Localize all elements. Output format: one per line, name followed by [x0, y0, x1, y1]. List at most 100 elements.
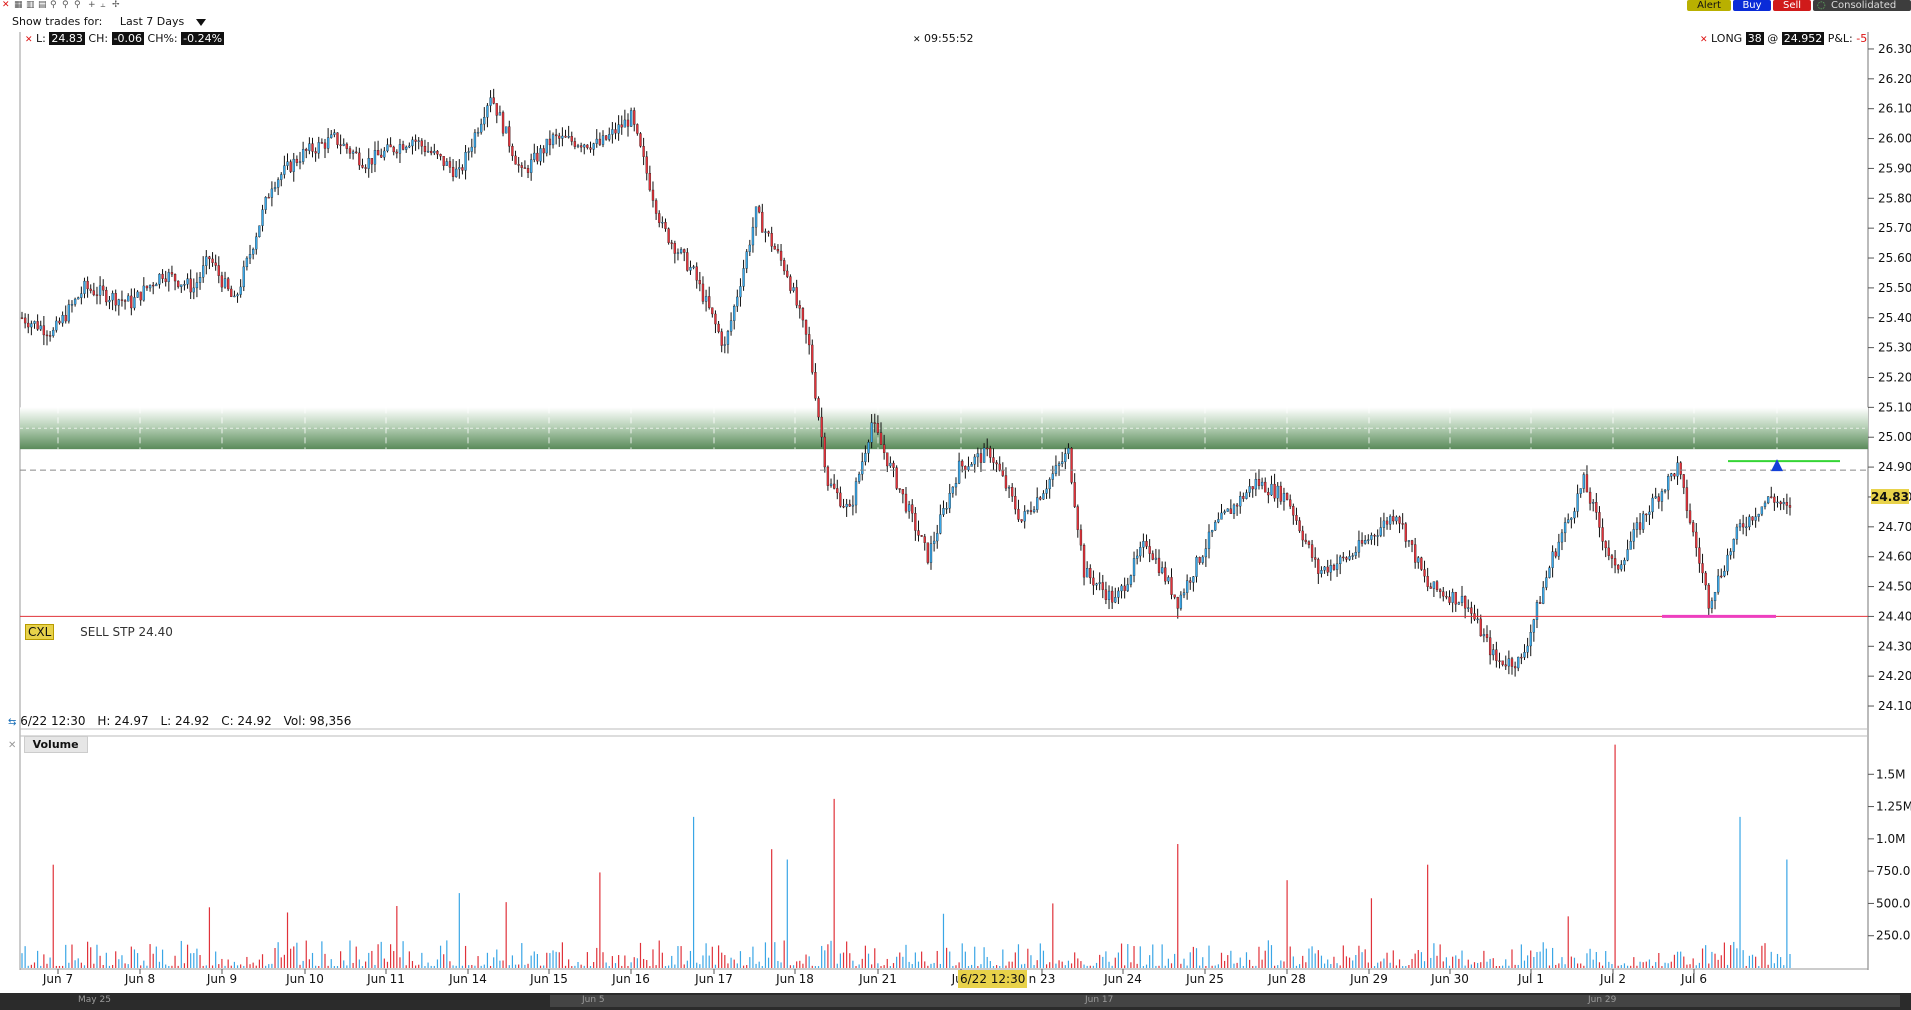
candle-body: [817, 398, 820, 418]
candle-body: [907, 504, 911, 512]
candle-body: [1429, 586, 1432, 589]
close-icon[interactable]: ✕: [8, 740, 16, 751]
position-price: 24.952: [1781, 32, 1825, 45]
candle-body: [548, 138, 552, 146]
candle-body: [64, 315, 67, 322]
candle-body: [1432, 581, 1436, 589]
candle-body: [517, 164, 520, 166]
candle-body: [1148, 546, 1151, 554]
change-pct-value: -0.24%: [181, 32, 225, 45]
candle-body: [776, 249, 780, 252]
candle-body: [1438, 589, 1442, 592]
candle-body: [1726, 554, 1729, 572]
candle-body: [736, 296, 739, 307]
candle-body: [301, 149, 305, 162]
time-tick-label: Jun 17: [694, 972, 733, 986]
candle-body: [948, 493, 951, 509]
candle-body: [620, 124, 623, 128]
candle-body: [498, 112, 502, 116]
time-tick-label: Jun 14: [448, 972, 487, 986]
candle-body: [1595, 502, 1598, 513]
price-tick-label: 25.90: [1878, 161, 1911, 175]
candle-body: [1045, 488, 1048, 494]
candle-body: [202, 265, 205, 278]
close-icon[interactable]: ✕: [25, 35, 33, 45]
candle-body: [1239, 496, 1242, 507]
candle-body: [236, 294, 239, 297]
candle-body: [102, 285, 105, 291]
candle-body: [326, 137, 330, 149]
candle-body: [1270, 483, 1273, 496]
cancel-order-button[interactable]: CXL: [25, 624, 55, 640]
candle-body: [1320, 570, 1323, 574]
candle-body: [1307, 541, 1311, 545]
candle-body: [408, 145, 411, 148]
candle-body: [748, 244, 751, 252]
candle-body: [258, 225, 261, 238]
candle-body: [170, 272, 174, 275]
price-tick-label: 25.50: [1878, 281, 1911, 295]
candle-body: [758, 206, 761, 213]
candle-body: [1448, 596, 1451, 603]
candle-body: [589, 147, 592, 150]
candle-body: [208, 256, 211, 260]
candle-body: [370, 158, 374, 165]
candle-body: [320, 142, 324, 144]
candle-body: [1132, 558, 1136, 576]
candle-body: [1657, 496, 1660, 502]
candle-body: [1632, 529, 1635, 542]
candle-body: [133, 297, 136, 309]
candle-body: [52, 329, 55, 336]
candle-body: [1576, 493, 1579, 512]
candle-body: [839, 492, 842, 507]
candle-body: [467, 151, 470, 153]
time-tick-label: Jul 6: [1680, 972, 1707, 986]
candle-body: [83, 280, 86, 294]
candle-body: [230, 288, 233, 297]
candle-body: [283, 165, 286, 175]
candle-body: [754, 206, 758, 228]
candle-body: [1314, 557, 1317, 560]
candle-body: [161, 273, 164, 279]
candle-body: [398, 144, 402, 154]
candle-body: [1173, 594, 1176, 598]
candle-body: [1510, 658, 1514, 667]
candle-body: [954, 483, 958, 488]
candle-body: [636, 124, 639, 134]
overview-scrollbar[interactable]: May 25 Jun 5 Jun 17 Jun 29: [0, 993, 1911, 1010]
candle-body: [1185, 580, 1189, 593]
candle-body: [1404, 523, 1407, 542]
candle-body: [339, 144, 342, 146]
candle-body: [536, 152, 539, 162]
candle-body: [551, 134, 555, 146]
candle-body: [111, 293, 114, 301]
candle-body: [583, 144, 586, 148]
candle-body: [1289, 499, 1292, 507]
candle-body: [1370, 535, 1373, 540]
candle-body: [305, 149, 308, 151]
candle-body: [1360, 540, 1364, 544]
candle-body: [1145, 541, 1148, 547]
candle-body: [701, 283, 705, 302]
price-tick-label: 24.10: [1878, 699, 1911, 713]
candle-body: [951, 486, 955, 494]
time-tick-label: Jun 21: [858, 972, 897, 986]
price-chart[interactable]: 26.30 26.20 26.10 26.00 25.90 25.80 25.70 25.60…: [0, 0, 1911, 993]
close-icon[interactable]: ✕: [913, 35, 921, 45]
info-icon[interactable]: ⇆: [8, 717, 16, 728]
candle-body: [601, 135, 605, 145]
candle-body: [364, 167, 367, 169]
candle-body: [645, 156, 648, 174]
scrollbar-thumb[interactable]: [550, 995, 1900, 1007]
candle-body: [270, 188, 274, 198]
candle-body: [89, 288, 92, 291]
change-pct-label: CH%:: [147, 32, 178, 45]
candle-body: [764, 231, 767, 233]
candle-body: [1182, 592, 1186, 596]
candle-body: [1089, 568, 1092, 579]
volume-axis: 1.5M 1.25M 1.0M 750.0K 500.0K 250.0K: [1868, 767, 1911, 943]
candle-body: [23, 317, 27, 324]
close-icon[interactable]: ✕: [1700, 35, 1708, 45]
candle-body: [186, 278, 189, 285]
candle-body: [461, 167, 464, 171]
